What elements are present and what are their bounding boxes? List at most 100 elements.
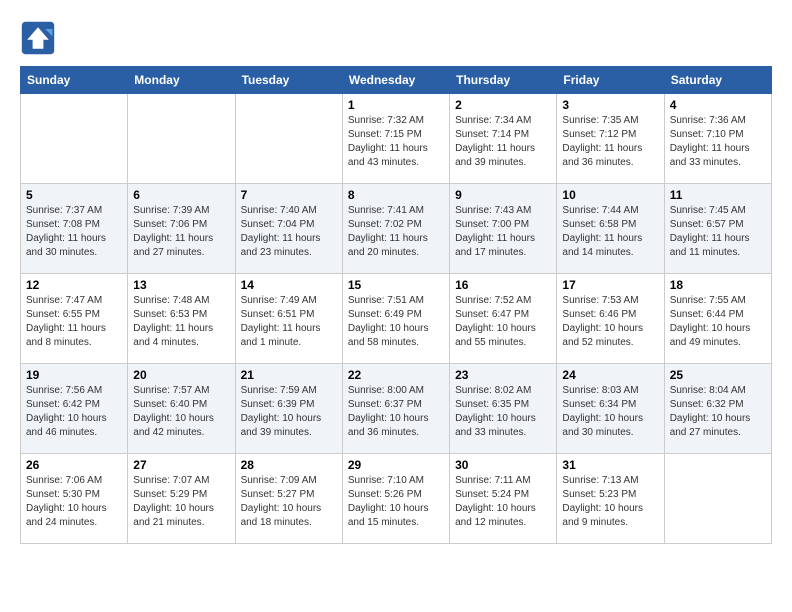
day-number: 18 [670, 278, 766, 292]
day-info: Sunrise: 7:37 AM Sunset: 7:08 PM Dayligh… [26, 204, 122, 260]
day-number: 2 [455, 98, 551, 112]
weekday-header-row: SundayMondayTuesdayWednesdayThursdayFrid… [21, 67, 772, 94]
day-number: 15 [348, 278, 444, 292]
calendar-cell: 30 Sunrise: 7:11 AM Sunset: 5:24 PM Dayli… [450, 454, 557, 544]
day-info: Sunrise: 7:43 AM Sunset: 7:00 PM Dayligh… [455, 204, 551, 260]
calendar-cell: 21 Sunrise: 7:59 AM Sunset: 6:39 PM Dayli… [235, 364, 342, 454]
calendar-cell: 12 Sunrise: 7:47 AM Sunset: 6:55 PM Dayli… [21, 274, 128, 364]
day-number: 25 [670, 368, 766, 382]
calendar-cell: 4 Sunrise: 7:36 AM Sunset: 7:10 PM Daylig… [664, 94, 771, 184]
day-number: 29 [348, 458, 444, 472]
day-info: Sunrise: 8:00 AM Sunset: 6:37 PM Dayligh… [348, 384, 444, 440]
day-number: 30 [455, 458, 551, 472]
day-info: Sunrise: 7:44 AM Sunset: 6:58 PM Dayligh… [562, 204, 658, 260]
weekday-header-tuesday: Tuesday [235, 67, 342, 94]
calendar-cell: 8 Sunrise: 7:41 AM Sunset: 7:02 PM Daylig… [342, 184, 449, 274]
weekday-header-sunday: Sunday [21, 67, 128, 94]
calendar-cell: 20 Sunrise: 7:57 AM Sunset: 6:40 PM Dayli… [128, 364, 235, 454]
calendar-cell: 13 Sunrise: 7:48 AM Sunset: 6:53 PM Dayli… [128, 274, 235, 364]
calendar-cell: 26 Sunrise: 7:06 AM Sunset: 5:30 PM Dayli… [21, 454, 128, 544]
week-row-4: 19 Sunrise: 7:56 AM Sunset: 6:42 PM Dayli… [21, 364, 772, 454]
calendar-cell: 1 Sunrise: 7:32 AM Sunset: 7:15 PM Daylig… [342, 94, 449, 184]
day-info: Sunrise: 7:56 AM Sunset: 6:42 PM Dayligh… [26, 384, 122, 440]
weekday-header-saturday: Saturday [664, 67, 771, 94]
day-info: Sunrise: 7:41 AM Sunset: 7:02 PM Dayligh… [348, 204, 444, 260]
day-info: Sunrise: 7:11 AM Sunset: 5:24 PM Dayligh… [455, 474, 551, 530]
calendar-cell: 5 Sunrise: 7:37 AM Sunset: 7:08 PM Daylig… [21, 184, 128, 274]
day-number: 20 [133, 368, 229, 382]
day-number: 28 [241, 458, 337, 472]
day-number: 27 [133, 458, 229, 472]
day-number: 16 [455, 278, 551, 292]
calendar-cell: 24Sunrise: 8:03 AM Sunset: 6:34 PM Dayli… [557, 364, 664, 454]
day-info: Sunrise: 7:45 AM Sunset: 6:57 PM Dayligh… [670, 204, 766, 260]
day-info: Sunrise: 7:10 AM Sunset: 5:26 PM Dayligh… [348, 474, 444, 530]
week-row-1: 1 Sunrise: 7:32 AM Sunset: 7:15 PM Daylig… [21, 94, 772, 184]
calendar-cell: 17 Sunrise: 7:53 AM Sunset: 6:46 PM Dayli… [557, 274, 664, 364]
day-info: Sunrise: 8:02 AM Sunset: 6:35 PM Dayligh… [455, 384, 551, 440]
logo-icon [20, 20, 56, 56]
calendar-table: SundayMondayTuesdayWednesdayThursdayFrid… [20, 66, 772, 544]
calendar-cell [21, 94, 128, 184]
day-info: Sunrise: 7:32 AM Sunset: 7:15 PM Dayligh… [348, 114, 444, 170]
calendar-cell: 14Sunrise: 7:49 AM Sunset: 6:51 PM Dayli… [235, 274, 342, 364]
day-info: Sunrise: 7:57 AM Sunset: 6:40 PM Dayligh… [133, 384, 229, 440]
day-number: 10 [562, 188, 658, 202]
calendar-cell: 18Sunrise: 7:55 AM Sunset: 6:44 PM Dayli… [664, 274, 771, 364]
day-number: 21 [241, 368, 337, 382]
calendar-cell: 15Sunrise: 7:51 AM Sunset: 6:49 PM Dayli… [342, 274, 449, 364]
day-info: Sunrise: 7:47 AM Sunset: 6:55 PM Dayligh… [26, 294, 122, 350]
calendar-cell: 6 Sunrise: 7:39 AM Sunset: 7:06 PM Daylig… [128, 184, 235, 274]
calendar-cell: 29 Sunrise: 7:10 AM Sunset: 5:26 PM Dayli… [342, 454, 449, 544]
week-row-2: 5 Sunrise: 7:37 AM Sunset: 7:08 PM Daylig… [21, 184, 772, 274]
day-info: Sunrise: 7:40 AM Sunset: 7:04 PM Dayligh… [241, 204, 337, 260]
day-info: Sunrise: 7:09 AM Sunset: 5:27 PM Dayligh… [241, 474, 337, 530]
day-info: Sunrise: 7:07 AM Sunset: 5:29 PM Dayligh… [133, 474, 229, 530]
calendar-cell: 16 Sunrise: 7:52 AM Sunset: 6:47 PM Dayli… [450, 274, 557, 364]
calendar-cell: 3 Sunrise: 7:35 AM Sunset: 7:12 PM Daylig… [557, 94, 664, 184]
day-number: 31 [562, 458, 658, 472]
page-header [20, 20, 772, 56]
day-info: Sunrise: 7:39 AM Sunset: 7:06 PM Dayligh… [133, 204, 229, 260]
day-number: 5 [26, 188, 122, 202]
day-number: 4 [670, 98, 766, 112]
day-number: 23 [455, 368, 551, 382]
calendar-cell: 25 Sunrise: 8:04 AM Sunset: 6:32 PM Dayli… [664, 364, 771, 454]
day-number: 13 [133, 278, 229, 292]
logo [20, 20, 60, 56]
day-info: Sunrise: 7:35 AM Sunset: 7:12 PM Dayligh… [562, 114, 658, 170]
day-info: Sunrise: 7:53 AM Sunset: 6:46 PM Dayligh… [562, 294, 658, 350]
calendar-cell: 7 Sunrise: 7:40 AM Sunset: 7:04 PM Daylig… [235, 184, 342, 274]
calendar-cell: 11Sunrise: 7:45 AM Sunset: 6:57 PM Dayli… [664, 184, 771, 274]
week-row-3: 12 Sunrise: 7:47 AM Sunset: 6:55 PM Dayli… [21, 274, 772, 364]
day-number: 6 [133, 188, 229, 202]
day-number: 17 [562, 278, 658, 292]
calendar-cell: 31Sunrise: 7:13 AM Sunset: 5:23 PM Dayli… [557, 454, 664, 544]
day-number: 19 [26, 368, 122, 382]
day-info: Sunrise: 7:36 AM Sunset: 7:10 PM Dayligh… [670, 114, 766, 170]
weekday-header-monday: Monday [128, 67, 235, 94]
calendar-cell: 23 Sunrise: 8:02 AM Sunset: 6:35 PM Dayli… [450, 364, 557, 454]
calendar-cell [128, 94, 235, 184]
calendar-cell: 9 Sunrise: 7:43 AM Sunset: 7:00 PM Daylig… [450, 184, 557, 274]
day-info: Sunrise: 7:06 AM Sunset: 5:30 PM Dayligh… [26, 474, 122, 530]
calendar-cell: 2Sunrise: 7:34 AM Sunset: 7:14 PM Daylig… [450, 94, 557, 184]
day-number: 8 [348, 188, 444, 202]
calendar-cell: 27 Sunrise: 7:07 AM Sunset: 5:29 PM Dayli… [128, 454, 235, 544]
weekday-header-thursday: Thursday [450, 67, 557, 94]
day-info: Sunrise: 7:49 AM Sunset: 6:51 PM Dayligh… [241, 294, 337, 350]
day-number: 3 [562, 98, 658, 112]
day-number: 9 [455, 188, 551, 202]
calendar-cell: 28 Sunrise: 7:09 AM Sunset: 5:27 PM Dayli… [235, 454, 342, 544]
day-number: 1 [348, 98, 444, 112]
day-number: 12 [26, 278, 122, 292]
calendar-cell: 22Sunrise: 8:00 AM Sunset: 6:37 PM Dayli… [342, 364, 449, 454]
day-info: Sunrise: 8:04 AM Sunset: 6:32 PM Dayligh… [670, 384, 766, 440]
day-info: Sunrise: 7:48 AM Sunset: 6:53 PM Dayligh… [133, 294, 229, 350]
day-number: 26 [26, 458, 122, 472]
day-info: Sunrise: 8:03 AM Sunset: 6:34 PM Dayligh… [562, 384, 658, 440]
day-number: 7 [241, 188, 337, 202]
day-info: Sunrise: 7:59 AM Sunset: 6:39 PM Dayligh… [241, 384, 337, 440]
calendar-cell [664, 454, 771, 544]
day-info: Sunrise: 7:52 AM Sunset: 6:47 PM Dayligh… [455, 294, 551, 350]
